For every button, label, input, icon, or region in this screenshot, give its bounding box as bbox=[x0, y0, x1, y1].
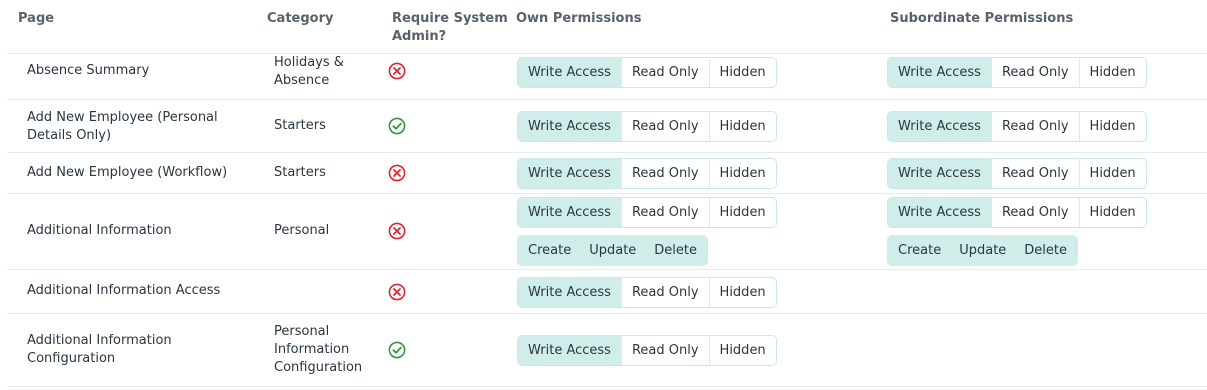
page-name-line: Additional Information Access bbox=[27, 283, 221, 298]
category-line: Holidays & bbox=[274, 55, 344, 70]
page-name: Absence Summary bbox=[27, 62, 149, 80]
sub-hidden-option[interactable]: Hidden bbox=[1078, 112, 1146, 141]
own-write-access-option[interactable]: Write Access bbox=[518, 198, 621, 227]
category: Personal bbox=[274, 222, 329, 240]
category: Personal Information Configuration bbox=[274, 323, 362, 377]
header-require-admin-line2: Admin? bbox=[392, 29, 447, 44]
table-row: Additional Information Configuration Per… bbox=[7, 313, 1207, 387]
sub-hidden-option[interactable]: Hidden bbox=[1078, 198, 1146, 227]
page-name: Add New Employee (Workflow) bbox=[27, 164, 227, 182]
own-write-access-option[interactable]: Write Access bbox=[518, 58, 621, 87]
sub-read-only-option[interactable]: Read Only bbox=[990, 112, 1079, 141]
check-circle-icon bbox=[388, 117, 406, 135]
own-crud-actions: Create Update Delete bbox=[517, 235, 709, 266]
category: Starters bbox=[274, 164, 326, 182]
header-require-admin-line1: Require System bbox=[392, 11, 508, 26]
header-own-permissions: Own Permissions bbox=[516, 11, 642, 26]
own-permission-selector: Write Access Read Only Hidden bbox=[517, 57, 777, 88]
sub-write-access-option[interactable]: Write Access bbox=[888, 198, 991, 227]
own-read-only-option[interactable]: Read Only bbox=[620, 198, 709, 227]
own-read-only-option[interactable]: Read Only bbox=[620, 112, 709, 141]
sub-hidden-option[interactable]: Hidden bbox=[1078, 159, 1146, 188]
category-line: Starters bbox=[274, 165, 326, 180]
own-write-access-option[interactable]: Write Access bbox=[518, 159, 621, 188]
sub-write-access-option[interactable]: Write Access bbox=[888, 159, 991, 188]
own-write-access-option[interactable]: Write Access bbox=[518, 336, 621, 365]
own-permission-selector: Write Access Read Only Hidden bbox=[517, 335, 777, 366]
sub-write-access-option[interactable]: Write Access bbox=[888, 112, 991, 141]
own-hidden-option[interactable]: Hidden bbox=[708, 198, 776, 227]
subordinate-permission-selector: Write Access Read Only Hidden bbox=[887, 197, 1147, 228]
header-require-admin: Require System Admin? bbox=[392, 10, 508, 46]
subordinate-permission-selector: Write Access Read Only Hidden bbox=[887, 158, 1147, 189]
table-row: Additional Information Access Write Acce… bbox=[7, 269, 1207, 314]
own-permission-selector: Write Access Read Only Hidden bbox=[517, 277, 777, 308]
own-hidden-option[interactable]: Hidden bbox=[708, 336, 776, 365]
category-line: Starters bbox=[274, 118, 326, 133]
permissions-table: Page Category Require System Admin? Own … bbox=[0, 0, 1207, 390]
page-name-line: Add New Employee (Workflow) bbox=[27, 165, 228, 180]
category-line: Configuration bbox=[274, 360, 363, 375]
page-name: Add New Employee (Personal Details Only) bbox=[27, 109, 218, 145]
sub-delete-button[interactable]: Delete bbox=[1015, 235, 1076, 266]
category-line: Personal bbox=[274, 223, 330, 238]
cross-circle-icon bbox=[388, 283, 406, 301]
own-read-only-option[interactable]: Read Only bbox=[620, 58, 709, 87]
own-create-button[interactable]: Create bbox=[519, 235, 580, 266]
own-hidden-option[interactable]: Hidden bbox=[708, 278, 776, 307]
sub-update-button[interactable]: Update bbox=[950, 235, 1015, 266]
own-hidden-option[interactable]: Hidden bbox=[708, 58, 776, 87]
sub-read-only-option[interactable]: Read Only bbox=[990, 58, 1079, 87]
category-line: Information bbox=[274, 342, 350, 357]
page-name-line: Details Only) bbox=[27, 128, 112, 143]
own-permission-selector: Write Access Read Only Hidden bbox=[517, 158, 777, 189]
subordinate-permission-selector: Write Access Read Only Hidden bbox=[887, 111, 1147, 142]
page-name-line: Additional Information bbox=[27, 333, 172, 348]
page-name: Additional Information Access bbox=[27, 282, 220, 300]
table-row: Additional Information Personal Write Ac… bbox=[7, 193, 1207, 270]
own-read-only-option[interactable]: Read Only bbox=[620, 278, 709, 307]
header-page: Page bbox=[18, 11, 55, 26]
own-write-access-option[interactable]: Write Access bbox=[518, 278, 621, 307]
sub-write-access-option[interactable]: Write Access bbox=[888, 58, 991, 87]
category-line: Absence bbox=[274, 73, 330, 88]
category: Starters bbox=[274, 117, 326, 135]
own-hidden-option[interactable]: Hidden bbox=[708, 112, 776, 141]
sub-crud-actions: Create Update Delete bbox=[887, 235, 1079, 266]
sub-read-only-option[interactable]: Read Only bbox=[990, 159, 1079, 188]
page-name-line: Absence Summary bbox=[27, 63, 150, 78]
page-name-line: Configuration bbox=[27, 351, 116, 366]
own-read-only-option[interactable]: Read Only bbox=[620, 159, 709, 188]
header-category: Category bbox=[267, 11, 334, 26]
own-write-access-option[interactable]: Write Access bbox=[518, 112, 621, 141]
table-row: Add New Employee (Personal Details Only)… bbox=[7, 99, 1207, 153]
page-name-line: Additional Information bbox=[27, 223, 172, 238]
category: Holidays & Absence bbox=[274, 54, 344, 90]
own-hidden-option[interactable]: Hidden bbox=[708, 159, 776, 188]
sub-hidden-option[interactable]: Hidden bbox=[1078, 58, 1146, 87]
subordinate-permission-selector: Write Access Read Only Hidden bbox=[887, 57, 1147, 88]
own-permission-selector: Write Access Read Only Hidden bbox=[517, 111, 777, 142]
page-name: Additional Information bbox=[27, 222, 172, 240]
page-name-line: Add New Employee (Personal bbox=[27, 110, 218, 125]
page-name: Additional Information Configuration bbox=[27, 332, 172, 368]
table-row: Absence Summary Holidays & Absence Write… bbox=[7, 53, 1207, 100]
check-circle-icon bbox=[388, 341, 406, 359]
header-subordinate-permissions: Subordinate Permissions bbox=[890, 11, 1074, 26]
category-line: Personal bbox=[274, 324, 330, 339]
own-permission-selector: Write Access Read Only Hidden bbox=[517, 197, 777, 228]
sub-read-only-option[interactable]: Read Only bbox=[990, 198, 1079, 227]
own-delete-button[interactable]: Delete bbox=[645, 235, 706, 266]
cross-circle-icon bbox=[388, 222, 406, 240]
cross-circle-icon bbox=[388, 62, 406, 80]
sub-create-button[interactable]: Create bbox=[889, 235, 950, 266]
own-update-button[interactable]: Update bbox=[580, 235, 645, 266]
cross-circle-icon bbox=[388, 164, 406, 182]
table-row: Add New Employee (Workflow) Starters Wri… bbox=[7, 152, 1207, 194]
own-read-only-option[interactable]: Read Only bbox=[620, 336, 709, 365]
